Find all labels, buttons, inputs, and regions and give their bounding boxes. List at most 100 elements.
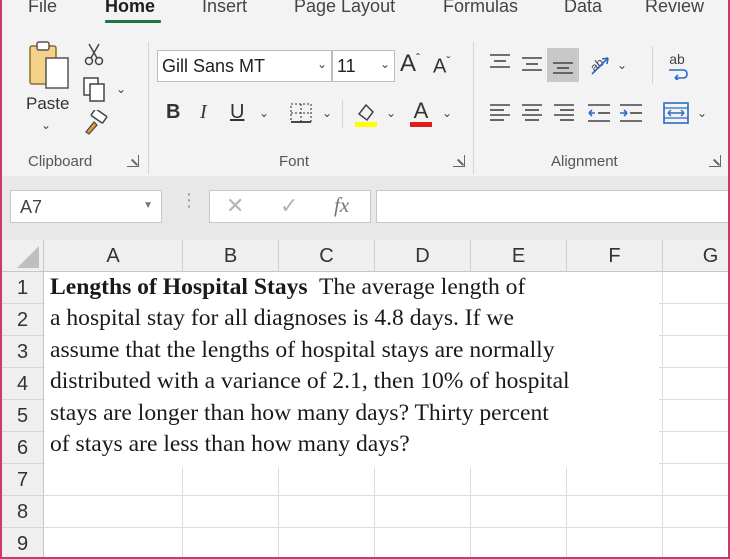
column-header-b[interactable]: B <box>183 240 279 272</box>
fill-color-chevron-down-icon[interactable]: ⌄ <box>386 106 396 120</box>
cancel-icon[interactable]: ✕ <box>226 193 244 219</box>
font-name-chevron-down-icon: ⌄ <box>316 57 327 71</box>
column-header-e[interactable]: E <box>471 240 567 272</box>
problem-line-2: a hospital stay for all diagnoses is 4.8… <box>50 305 514 332</box>
font-color-icon[interactable]: A <box>408 98 434 128</box>
enter-check-icon[interactable]: ✓ <box>280 193 298 219</box>
copy-icon[interactable] <box>82 76 108 102</box>
row-header-1[interactable]: 1 <box>2 272 44 304</box>
format-painter-icon[interactable] <box>82 110 108 136</box>
column-header-a[interactable]: A <box>44 240 183 272</box>
paste-label[interactable]: Paste <box>26 94 69 114</box>
problem-line-6: of stays are less than how many days? <box>50 431 410 457</box>
problem-title: Lengths of Hospital Stays <box>50 274 308 300</box>
formula-input[interactable] <box>376 190 728 223</box>
svg-text:A: A <box>414 98 429 123</box>
name-box-value: A7 <box>20 197 43 217</box>
top-align-icon[interactable] <box>488 52 512 72</box>
align-left-icon[interactable] <box>488 102 512 124</box>
font-size-chevron-down-icon: ⌄ <box>379 57 390 71</box>
paste-icon[interactable] <box>26 40 72 92</box>
alignment-divider <box>652 46 653 84</box>
column-header-row: A B C D E F G <box>2 240 728 272</box>
copy-chevron-down-icon[interactable]: ⌄ <box>116 82 126 96</box>
cut-icon[interactable] <box>84 42 104 66</box>
active-tab-indicator <box>105 20 161 23</box>
merge-center-chevron-down-icon[interactable]: ⌄ <box>697 106 707 120</box>
font-divider <box>342 100 343 128</box>
excel-window: File Home Insert Page Layout Formulas Da… <box>0 0 730 559</box>
tab-data[interactable]: Data <box>564 0 602 17</box>
problem-line-5: stays are longer than how many days? Thi… <box>50 399 549 426</box>
problem-line-1-rest: The average length of <box>307 274 526 300</box>
tab-page-layout[interactable]: Page Layout <box>294 0 395 17</box>
column-header-d[interactable]: D <box>375 240 471 272</box>
row-header-9[interactable]: 9 <box>2 528 44 557</box>
align-center-icon[interactable] <box>520 102 544 124</box>
middle-align-icon[interactable] <box>520 52 544 76</box>
shrink-font-icon[interactable]: Aˇ <box>433 54 450 79</box>
font-name-value: Gill Sans MT <box>162 56 266 76</box>
group-divider <box>148 42 149 174</box>
alignment-group-label: Alignment <box>551 153 618 170</box>
insert-function-icon[interactable]: fx <box>334 193 349 218</box>
problem-line-1: Lengths of Hospital Stays The average le… <box>50 272 525 303</box>
font-size-value: 11 <box>337 56 356 76</box>
row-header-7[interactable]: 7 <box>2 464 44 496</box>
merge-center-icon[interactable] <box>662 101 690 125</box>
increase-indent-icon[interactable] <box>618 102 644 124</box>
tab-review[interactable]: Review <box>645 0 704 17</box>
wrap-text-label: ab <box>669 50 685 67</box>
column-header-g[interactable]: G <box>663 240 728 272</box>
font-group-label: Font <box>279 153 310 170</box>
tab-file[interactable]: File <box>28 0 57 17</box>
row-header-8[interactable]: 8 <box>2 496 44 528</box>
orientation-chevron-down-icon[interactable]: ⌄ <box>617 58 627 72</box>
clipboard-dialog-launcher-icon[interactable] <box>127 155 139 167</box>
ribbon-tabs: File Home Insert Page Layout Formulas Da… <box>2 0 728 23</box>
ribbon: File Home Insert Page Layout Formulas Da… <box>2 0 728 176</box>
problem-text-image[interactable]: Lengths of Hospital Stays The average le… <box>45 272 659 468</box>
column-header-f[interactable]: F <box>567 240 663 272</box>
tab-formulas[interactable]: Formulas <box>443 0 518 17</box>
alignment-dialog-launcher-icon[interactable] <box>709 155 721 167</box>
orientation-icon[interactable]: ab <box>586 52 612 78</box>
font-name-select[interactable]: Gill Sans MT ⌄ <box>157 50 332 82</box>
font-color-chevron-down-icon[interactable]: ⌄ <box>442 106 452 120</box>
wrap-text-icon[interactable]: ab <box>664 52 690 80</box>
problem-line-4: distributed with a variance of 2.1, then… <box>50 368 570 395</box>
select-all-corner[interactable] <box>2 240 44 272</box>
paste-chevron-down-icon[interactable]: ⌄ <box>41 118 51 132</box>
row-header-5[interactable]: 5 <box>2 400 44 432</box>
select-all-icon <box>17 246 39 268</box>
bold-button[interactable]: B <box>166 101 180 124</box>
name-box-chevron-down-icon[interactable]: ▼ <box>143 200 153 211</box>
underline-button[interactable]: U <box>230 101 244 124</box>
group-divider <box>473 42 474 174</box>
font-dialog-launcher-icon[interactable] <box>453 155 465 167</box>
formula-bar-buttons: ✕ ✓ fx <box>209 190 371 223</box>
tab-home[interactable]: Home <box>105 0 155 17</box>
borders-chevron-down-icon[interactable]: ⌄ <box>322 106 332 120</box>
underline-chevron-down-icon[interactable]: ⌄ <box>259 106 269 120</box>
name-box[interactable]: A7 ▼ <box>10 190 162 223</box>
decrease-indent-icon[interactable] <box>586 102 612 124</box>
problem-line-3: assume that the lengths of hospital stay… <box>50 336 555 363</box>
fill-color-icon[interactable] <box>353 100 379 128</box>
align-right-icon[interactable] <box>552 102 576 124</box>
font-size-select[interactable]: 11 ⌄ <box>332 50 395 82</box>
formula-bar-grip-icon[interactable]: ⋮ <box>180 191 198 209</box>
row-header-3[interactable]: 3 <box>2 336 44 368</box>
tab-insert[interactable]: Insert <box>202 0 247 17</box>
bottom-align-icon[interactable] <box>547 48 579 82</box>
clipboard-group-label: Clipboard <box>28 153 93 170</box>
gridline <box>662 272 663 557</box>
borders-icon[interactable] <box>289 102 313 124</box>
gridline <box>44 495 728 496</box>
row-header-6[interactable]: 6 <box>2 432 44 464</box>
italic-button[interactable]: I <box>200 101 207 124</box>
row-header-4[interactable]: 4 <box>2 368 44 400</box>
row-header-2[interactable]: 2 <box>2 304 44 336</box>
column-header-c[interactable]: C <box>279 240 375 272</box>
grow-font-icon[interactable]: Aˆ <box>400 50 420 78</box>
